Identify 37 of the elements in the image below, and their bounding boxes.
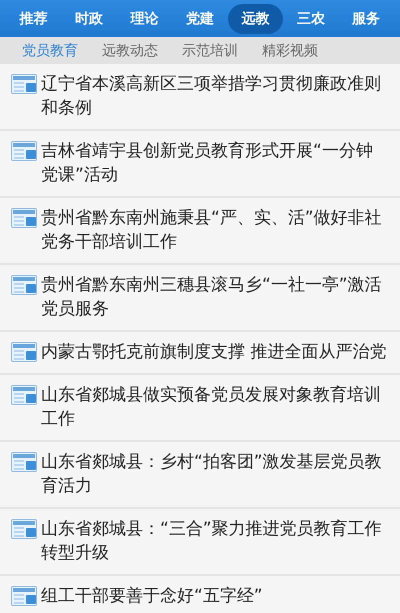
channel-tab[interactable]: 服务	[338, 4, 394, 34]
article-item[interactable]: 山东省郯城县做实预备党员发展对象教育培训工作	[0, 375, 400, 442]
article-title: 山东省郯城县：“三合”聚力推进党员教育工作转型升级	[41, 518, 383, 565]
article-title: 贵州省黔东南州三穗县滚马乡“一社一亭”激活党员服务	[41, 274, 383, 321]
news-icon	[11, 74, 37, 94]
subcategory-tab[interactable]: 精彩视频	[250, 37, 330, 64]
article-item[interactable]: 内蒙古鄂托克前旗制度支撑 推进全面从严治党	[0, 332, 400, 375]
article-item[interactable]: 吉林省靖宇县创新党员教育形式开展“一分钟党课”活动	[0, 131, 400, 198]
channel-tab[interactable]: 理论	[116, 4, 172, 34]
news-icon	[11, 275, 37, 295]
news-icon	[11, 208, 37, 228]
channel-tab[interactable]: 推荐	[6, 4, 62, 34]
article-title: 辽宁省本溪高新区三项举措学习贯彻廉政准则和条例	[41, 73, 382, 120]
channel-tab[interactable]: 远教	[228, 4, 284, 34]
article-title: 吉林省靖宇县创新党员教育形式开展“一分钟党课”活动	[41, 140, 374, 187]
subcategory-tab[interactable]: 示范培训	[170, 37, 250, 64]
channel-tab[interactable]: 时政	[61, 4, 117, 34]
article-item[interactable]: 贵州省黔东南州施秉县“严、实、活”做好非社党务干部培训工作	[0, 198, 400, 265]
article-title: 内蒙古鄂托克前旗制度支撑 推进全面从严治党	[41, 341, 388, 364]
news-icon	[11, 141, 37, 161]
news-icon	[11, 452, 37, 472]
article-item[interactable]: 山东省郯城县：乡村“拍客团”激发基层党员教育活力	[0, 442, 400, 509]
article-title: 贵州省黔东南州施秉县“严、实、活”做好非社党务干部培训工作	[41, 207, 383, 254]
article-item[interactable]: 贵州省黔东南州三穗县滚马乡“一社一亭”激活党员服务	[0, 265, 400, 332]
news-icon	[11, 519, 37, 539]
news-icon	[11, 586, 37, 606]
article-item[interactable]: 组工干部要善于念好“五字经”	[0, 576, 400, 613]
article-title: 组工干部要善于念好“五字经”	[41, 585, 264, 608]
channel-tab[interactable]: 党建	[172, 4, 228, 34]
article-item[interactable]: 辽宁省本溪高新区三项举措学习贯彻廉政准则和条例	[0, 64, 400, 131]
subcategory-tab[interactable]: 远教动态	[90, 37, 170, 64]
channel-tab[interactable]: 三农	[283, 4, 339, 34]
news-icon	[11, 385, 37, 405]
article-item[interactable]: 山东省郯城县：“三合”聚力推进党员教育工作转型升级	[0, 509, 400, 576]
article-title: 山东省郯城县：乡村“拍客团”激发基层党员教育活力	[41, 451, 383, 498]
article-title: 山东省郯城县做实预备党员发展对象教育培训工作	[41, 384, 382, 431]
news-icon	[11, 342, 37, 362]
